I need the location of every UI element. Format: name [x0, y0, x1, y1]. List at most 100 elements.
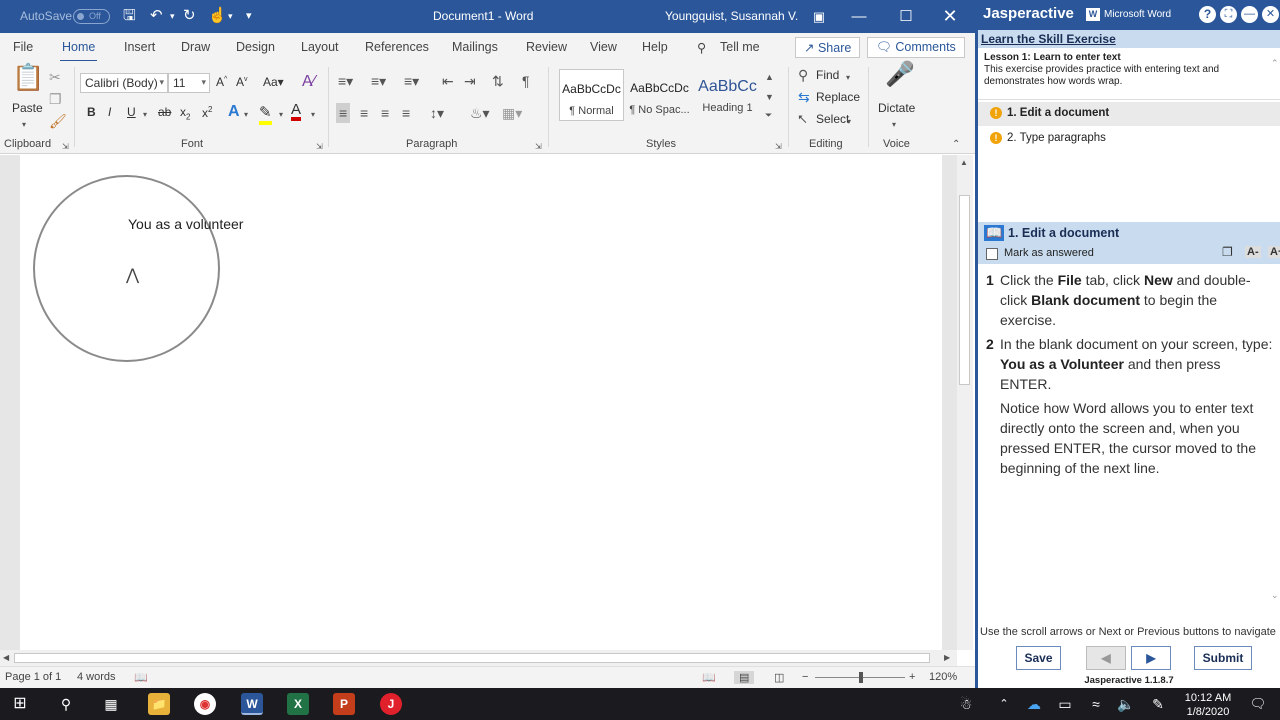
help-icon[interactable]: ? [1199, 6, 1216, 23]
tell-me-search[interactable]: Tell me [720, 40, 760, 54]
lightbulb-icon[interactable]: ⚲ [697, 40, 706, 55]
sort-icon[interactable]: ⇅ [492, 73, 504, 89]
replace-button[interactable]: Replace [816, 90, 860, 104]
zoom-in-icon[interactable]: + [909, 671, 915, 683]
save-button[interactable]: Save [1016, 646, 1061, 670]
autosave-toggle[interactable]: Off [73, 9, 110, 24]
word-count[interactable]: 4 words [77, 671, 116, 683]
page-count[interactable]: Page 1 of 1 [5, 671, 61, 683]
undo-icon[interactable]: ↶ [150, 7, 163, 25]
touch-dropdown-icon[interactable]: ▾ [228, 7, 233, 25]
change-case-icon[interactable]: Aa▾ [263, 75, 284, 89]
minimize-icon[interactable]: — [836, 0, 882, 33]
next-button[interactable]: ▶ [1131, 646, 1171, 670]
underline-icon[interactable]: U [127, 105, 136, 119]
line-spacing-icon[interactable]: ↕▾ [430, 105, 444, 121]
collapse-ribbon-icon[interactable]: ⌃ [952, 137, 960, 153]
tab-review[interactable]: Review [526, 40, 567, 54]
mark-answered-checkbox[interactable] [986, 248, 998, 260]
tab-file[interactable]: File [13, 40, 33, 54]
borders-icon[interactable]: ▦▾ [502, 105, 522, 121]
select-dropdown-icon[interactable]: ▾ [847, 114, 851, 130]
web-layout-icon[interactable]: ◫ [774, 671, 784, 684]
copy-text-icon[interactable]: ❐ [1222, 245, 1233, 259]
font-size-select[interactable]: 11 ▾ [168, 73, 210, 93]
undo-dropdown-icon[interactable]: ▾ [170, 7, 175, 25]
replace-icon[interactable]: ⇆ [798, 89, 810, 105]
multilevel-list-icon[interactable]: ≡▾ [404, 73, 419, 89]
paste-dropdown-icon[interactable]: ▾ [22, 117, 26, 133]
strikethrough-icon[interactable]: ab [158, 105, 171, 119]
close-icon[interactable]: ✕ [927, 0, 973, 33]
select-icon[interactable]: ⭦ [798, 111, 807, 127]
scroll-up-icon[interactable]: ▲ [960, 158, 968, 167]
tab-mailings[interactable]: Mailings [452, 40, 498, 54]
tab-insert[interactable]: Insert [124, 40, 155, 54]
scroll-right-icon[interactable]: ▶ [944, 653, 950, 662]
task-item-1[interactable]: ! 1. Edit a document [978, 102, 1280, 126]
user-name[interactable]: Youngquist, Susannah V. [665, 9, 798, 23]
font-launcher-icon[interactable]: ⇲ [316, 139, 323, 155]
align-left-icon[interactable]: ≡ [336, 103, 351, 123]
superscript-icon[interactable]: x2 [202, 105, 212, 120]
vertical-scroll-thumb[interactable] [959, 195, 970, 385]
vertical-scrollbar[interactable]: ▲ [957, 155, 973, 650]
file-explorer-icon[interactable]: 📁 [148, 693, 170, 715]
highlight-dropdown-icon[interactable]: ▾ [279, 107, 283, 123]
share-button[interactable]: ↗ Share [795, 37, 861, 58]
task-item-2[interactable]: ! 2. Type paragraphs [978, 127, 1280, 151]
touch-mode-icon[interactable]: ☝ [208, 7, 227, 25]
font-color-dropdown-icon[interactable]: ▾ [311, 107, 315, 123]
bold-icon[interactable]: B [87, 105, 96, 119]
excel-icon[interactable]: X [287, 693, 309, 715]
tab-layout[interactable]: Layout [301, 40, 339, 54]
highlight-icon[interactable]: ✎ [259, 103, 272, 125]
style-heading-1[interactable]: AaBbCc Heading 1 [695, 69, 760, 121]
document-text[interactable]: You as a volunteer [128, 216, 243, 232]
clock[interactable]: 10:12 AM 1/8/2020 [1180, 691, 1236, 719]
grow-font-icon[interactable]: A^ [216, 75, 227, 89]
tab-draw[interactable]: Draw [181, 40, 210, 54]
minimize-panel-icon[interactable]: — [1241, 6, 1258, 23]
chrome-icon[interactable]: ◉ [194, 693, 216, 715]
style-normal[interactable]: AaBbCcDc ¶ Normal [559, 69, 624, 121]
tab-home[interactable]: Home [59, 40, 98, 62]
person-icon[interactable]: ☃ [954, 692, 978, 716]
microphone-icon[interactable]: 🎤 [885, 63, 915, 87]
tab-design[interactable]: Design [236, 40, 275, 54]
zoom-level[interactable]: 120% [929, 671, 957, 683]
decrease-indent-icon[interactable]: ⇤ [442, 73, 454, 89]
dictate-dropdown-icon[interactable]: ▾ [892, 117, 896, 133]
styles-more-icon[interactable]: ⏷ [765, 107, 772, 123]
clear-formatting-icon[interactable]: A∕ [302, 73, 315, 91]
tab-help[interactable]: Help [642, 40, 668, 54]
shading-icon[interactable]: ♨▾ [470, 105, 490, 121]
bullets-icon[interactable]: ≡▾ [338, 73, 353, 89]
find-icon[interactable]: ⚲ [798, 67, 808, 83]
print-layout-icon[interactable]: ▤ [734, 671, 755, 684]
tab-view[interactable]: View [590, 40, 617, 54]
text-effects-dropdown-icon[interactable]: ▾ [244, 107, 248, 123]
wifi-icon[interactable]: ≈ [1084, 692, 1108, 716]
paste-icon[interactable]: 📋 [12, 64, 44, 90]
volume-icon[interactable]: 🔈 [1114, 692, 1138, 716]
customize-toolbar-icon[interactable]: ▾ [246, 7, 252, 25]
tab-references[interactable]: References [365, 40, 429, 54]
submit-button[interactable]: Submit [1194, 646, 1252, 670]
align-center-icon[interactable]: ≡ [360, 105, 368, 121]
underline-dropdown-icon[interactable]: ▾ [143, 107, 147, 123]
styles-scroll-down-icon[interactable]: ▼ [765, 89, 774, 105]
task-view-icon[interactable]: ▦ [99, 692, 123, 716]
styles-launcher-icon[interactable]: ⇲ [775, 139, 782, 155]
italic-icon[interactable]: I [108, 105, 111, 119]
notifications-icon[interactable]: 🗨 [1246, 692, 1270, 716]
scroll-left-icon[interactable]: ◀ [3, 653, 9, 662]
paragraph-launcher-icon[interactable]: ⇲ [535, 139, 542, 155]
numbering-icon[interactable]: ≡▾ [371, 73, 386, 89]
previous-button[interactable]: ◀ [1086, 646, 1126, 670]
font-color-icon[interactable]: A [291, 102, 302, 121]
save-icon[interactable]: 🖫 [123, 7, 136, 25]
document-page[interactable]: You as a volunteer ⋀ [20, 155, 942, 650]
align-right-icon[interactable]: ≡ [381, 105, 389, 121]
zoom-slider-thumb[interactable] [859, 672, 863, 683]
